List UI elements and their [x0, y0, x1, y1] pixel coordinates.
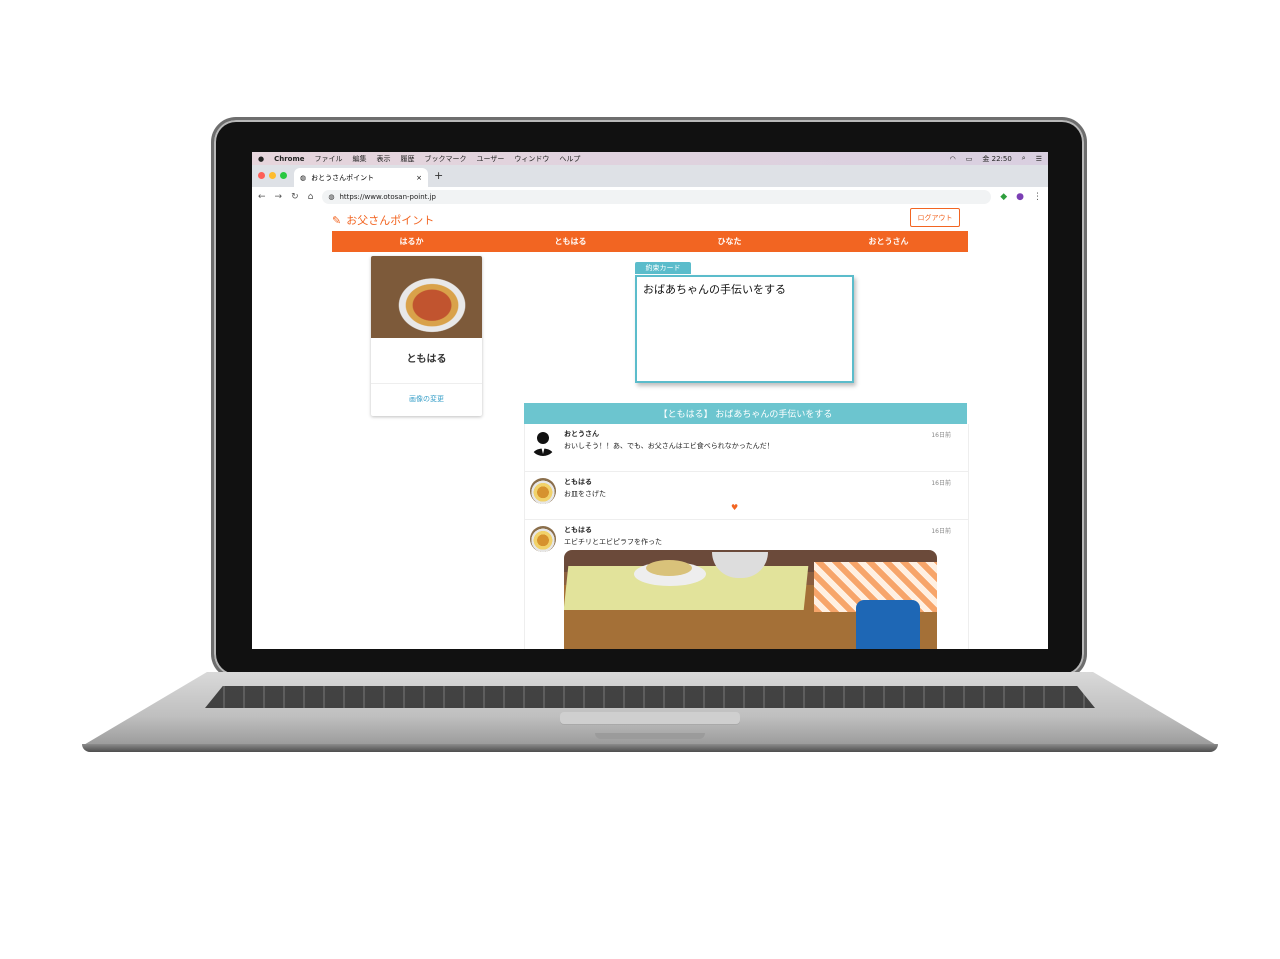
photo-rice: [646, 560, 692, 576]
menu-help[interactable]: ヘルプ: [559, 154, 580, 164]
thread-title: 【ともはる】 おばあちゃんの手伝いをする: [524, 403, 967, 424]
menu-history[interactable]: 履歴: [401, 154, 415, 164]
profile-divider: [371, 383, 482, 384]
extension-icon[interactable]: ◆: [1000, 192, 1007, 202]
close-window-button[interactable]: [258, 172, 265, 179]
post-author: ともはる: [564, 526, 592, 534]
menubar-app-name[interactable]: Chrome: [274, 155, 304, 163]
list-item: ともはる お皿をさげた 16日前 ♥: [525, 472, 968, 520]
avatar: [530, 526, 556, 552]
control-center-icon[interactable]: ☰: [1036, 155, 1042, 163]
profile-avatar[interactable]: ●: [1016, 192, 1024, 202]
new-tab-button[interactable]: +: [434, 169, 443, 182]
screen: ● Chrome ファイル 編集 表示 履歴 ブックマーク ユーザー ウィンドウ…: [252, 152, 1048, 649]
zoom-window-button[interactable]: [280, 172, 287, 179]
post-author: おとうさん: [564, 430, 599, 438]
back-icon[interactable]: ←: [258, 192, 266, 202]
menubar-clock[interactable]: 金 22:50: [982, 154, 1011, 164]
minimize-window-button[interactable]: [269, 172, 276, 179]
menu-window[interactable]: ウィンドウ: [514, 154, 549, 164]
menu-file[interactable]: ファイル: [315, 154, 343, 164]
tab-title: おとうさんポイント: [311, 173, 375, 182]
menu-bookmarks[interactable]: ブックマーク: [425, 154, 467, 164]
window-controls: [258, 172, 287, 179]
member-nav: はるか ともはる ひなた おとうさん: [332, 231, 968, 252]
url-text: https://www.otosan-point.jp: [339, 192, 436, 201]
post-message: お皿をさげた: [564, 490, 606, 498]
battery-icon[interactable]: ▭: [966, 155, 973, 163]
tab-strip: ◍ おとうさんポイント × +: [252, 165, 1048, 187]
laptop-base-bottom: [82, 744, 1218, 752]
menu-users[interactable]: ユーザー: [477, 154, 505, 164]
profile-name: ともはる: [406, 354, 447, 365]
more-menu-icon[interactable]: ⋮: [1033, 192, 1042, 202]
promise-card-text: おばあちゃんの手伝いをする: [643, 283, 786, 296]
web-page: ✎ お父さんポイント ログアウト はるか ともはる ひなた おとうさん ともはる…: [252, 206, 1048, 649]
forward-icon[interactable]: →: [275, 192, 283, 202]
site-brand[interactable]: ✎ お父さんポイント: [332, 212, 434, 228]
address-bar[interactable]: ◍ https://www.otosan-point.jp: [322, 189, 992, 204]
list-item: ともはる エビチリとエビピラフを作った 16日前: [525, 520, 968, 649]
list-item: おとうさん おいしそう！！あ、でも、お父さんはエビ食べられなかったんだ！ 16日…: [525, 424, 968, 472]
home-icon[interactable]: ⌂: [308, 192, 314, 202]
reload-icon[interactable]: ↻: [291, 192, 299, 202]
apple-icon[interactable]: ●: [258, 155, 264, 163]
avatar: [530, 478, 556, 504]
profile-photo: [371, 256, 482, 338]
keyboard: [205, 686, 1095, 708]
promise-card-tag: 約束カード: [635, 262, 691, 274]
close-tab-icon[interactable]: ×: [416, 174, 422, 182]
thread-list: おとうさん おいしそう！！あ、でも、お父さんはエビ食べられなかったんだ！ 16日…: [524, 424, 969, 649]
post-time: 16日前: [931, 528, 951, 535]
photo-cup: [856, 600, 920, 649]
post-time: 16日前: [931, 480, 951, 487]
globe-icon: ◍: [328, 192, 335, 201]
trackpad: [560, 712, 740, 724]
logout-button[interactable]: ログアウト: [910, 208, 960, 227]
user-silhouette-icon: [532, 432, 554, 456]
post-photo[interactable]: [564, 550, 937, 649]
profile-card: ともはる 画像の変更: [371, 256, 482, 416]
avatar: [530, 430, 556, 456]
menu-view[interactable]: 表示: [377, 154, 391, 164]
menu-edit[interactable]: 編集: [353, 154, 367, 164]
change-image-link[interactable]: 画像の変更: [371, 394, 482, 404]
spotlight-icon[interactable]: ⌕: [1022, 154, 1026, 163]
post-time: 16日前: [931, 432, 951, 439]
post-message: エビチリとエビピラフを作った: [564, 538, 662, 546]
nav-item-tomoharu[interactable]: ともはる: [491, 231, 650, 252]
globe-icon: ◍: [300, 173, 307, 182]
nav-item-hinata[interactable]: ひなた: [650, 231, 809, 252]
pencil-icon: ✎: [332, 213, 342, 227]
post-author: ともはる: [564, 478, 592, 486]
browser-toolbar: ← → ↻ ⌂ ◍ https://www.otosan-point.jp ◆ …: [252, 187, 1048, 206]
mac-menubar: ● Chrome ファイル 編集 表示 履歴 ブックマーク ユーザー ウィンドウ…: [252, 152, 1048, 165]
laptop-notch: [595, 733, 705, 739]
promise-card[interactable]: おばあちゃんの手伝いをする: [635, 275, 854, 383]
nav-item-otousan[interactable]: おとうさん: [809, 231, 968, 252]
brand-title: お父さんポイント: [346, 214, 435, 227]
browser-tab[interactable]: ◍ おとうさんポイント ×: [294, 168, 428, 187]
nav-item-haruka[interactable]: はるか: [332, 231, 491, 252]
post-message: おいしそう！！あ、でも、お父さんはエビ食べられなかったんだ！: [564, 442, 774, 450]
heart-icon[interactable]: ♥: [731, 503, 738, 512]
wifi-icon[interactable]: ◠: [950, 155, 956, 163]
